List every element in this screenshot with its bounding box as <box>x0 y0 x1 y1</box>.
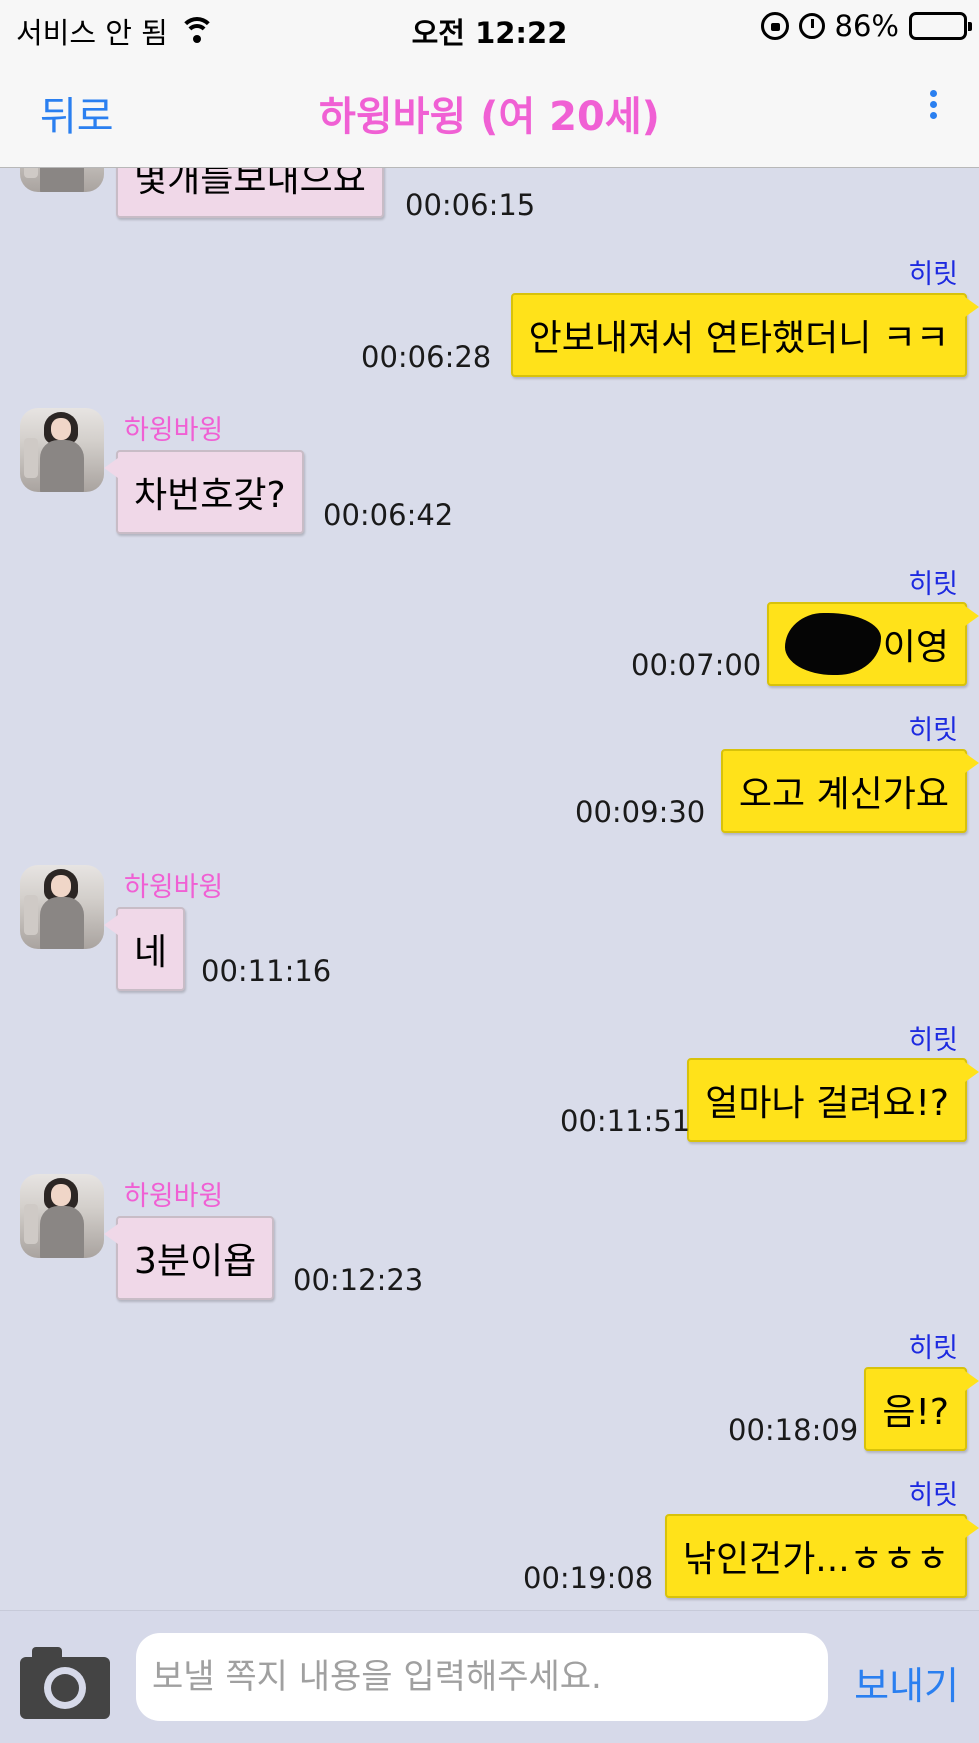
message-bubble-outgoing[interactable]: 음!? <box>864 1367 979 1451</box>
message-time: 00:11:51 <box>560 1104 691 1138</box>
nav-bar: 뒤로 하윙바윙 (여 20세) <box>0 56 979 168</box>
message-text: 얼마나 걸려요!? <box>705 1083 949 1124</box>
avatar[interactable] <box>20 408 104 492</box>
battery-percent: 86% <box>834 9 899 43</box>
message-text: 차번호갖? <box>134 475 286 516</box>
sender-name: 히릿 <box>908 1480 958 1511</box>
message-time: 00:18:09 <box>728 1413 859 1447</box>
message-time: 00:11:16 <box>201 954 332 988</box>
message-text: 낚인건가...ㅎㅎㅎ <box>682 1539 949 1580</box>
message-bubble-incoming[interactable]: 네 <box>103 907 186 991</box>
message-text: 오고 계신가요 <box>738 774 949 815</box>
battery-icon <box>909 12 972 40</box>
sender-name: 히릿 <box>908 1333 958 1364</box>
page-title: 하윙바윙 (여 20세) <box>319 94 660 140</box>
camera-icon[interactable] <box>20 1647 110 1719</box>
message-text: 몇개를보내으요 <box>134 168 366 200</box>
message-bubble-outgoing[interactable]: 이영 <box>766 602 979 686</box>
chat-screen: 서비스 안 됨 오전 12:22 86% 뒤로 하윙바윙 (여 20세) 몇개를… <box>0 0 979 1743</box>
message-bubble-outgoing[interactable]: 얼마나 걸려요!? <box>687 1058 979 1142</box>
send-button[interactable]: 보내기 <box>854 1655 959 1710</box>
avatar[interactable] <box>20 1174 104 1258</box>
sender-name: 히릿 <box>908 259 958 290</box>
message-time: 00:19:08 <box>523 1561 654 1595</box>
message-input[interactable] <box>136 1633 828 1721</box>
chat-thread[interactable]: 몇개를보내으요 00:06:15 히릿 안보내져서 연타했더니 ㅋㅋ 00:06… <box>0 168 979 1610</box>
rotation-lock-icon <box>760 12 789 40</box>
message-bubble-outgoing[interactable]: 오고 계신가요 <box>720 749 979 833</box>
message-time: 00:06:42 <box>323 498 454 532</box>
message-time: 00:09:30 <box>575 795 706 829</box>
message-text: 네 <box>134 932 168 973</box>
status-bar: 서비스 안 됨 오전 12:22 86% <box>0 0 979 56</box>
sender-name: 히릿 <box>908 569 958 600</box>
avatar[interactable] <box>20 168 104 192</box>
message-text: 3분이욥 <box>134 1241 257 1282</box>
message-bubble-incoming[interactable]: 차번호갖? <box>104 450 304 534</box>
sender-name: 하윙바윙 <box>124 1181 224 1212</box>
message-time: 00:07:00 <box>631 648 762 682</box>
redaction-scribble <box>784 613 881 675</box>
message-bubble-outgoing[interactable]: 낚인건가...ㅎㅎㅎ <box>664 1514 979 1598</box>
status-indicators: 86% <box>760 9 972 43</box>
message-bubble-outgoing[interactable]: 안보내져서 연타했더니 ㅋㅋ <box>510 293 979 377</box>
message-time: 00:12:23 <box>293 1263 424 1297</box>
message-bubble-incoming[interactable]: 몇개를보내으요 <box>116 168 384 218</box>
avatar[interactable] <box>20 865 104 949</box>
message-composer: 보내기 <box>0 1610 979 1743</box>
sender-name: 하윙바윙 <box>124 415 224 446</box>
more-vertical-icon[interactable] <box>927 90 939 130</box>
sender-name: 히릿 <box>908 715 958 746</box>
alarm-icon <box>798 13 825 39</box>
message-text: 음!? <box>882 1392 949 1433</box>
message-bubble-incoming[interactable]: 3분이욥 <box>103 1216 275 1300</box>
sender-name: 하윙바윙 <box>124 872 224 903</box>
message-text: 이영 <box>882 627 949 668</box>
message-time: 00:06:28 <box>361 340 492 374</box>
message-text: 안보내져서 연타했더니 ㅋㅋ <box>528 318 949 359</box>
sender-name: 히릿 <box>908 1025 958 1056</box>
message-time: 00:06:15 <box>405 188 536 222</box>
